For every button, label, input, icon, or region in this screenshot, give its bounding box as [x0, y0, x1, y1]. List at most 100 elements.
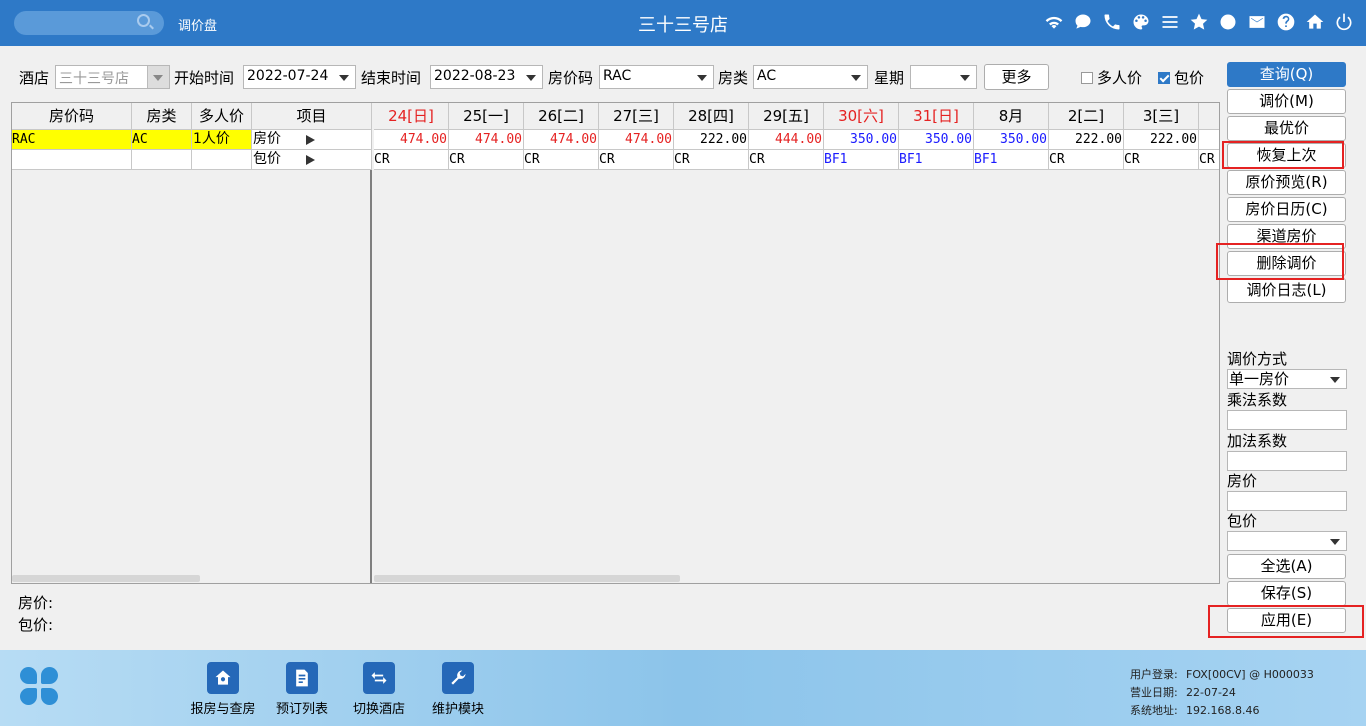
package-cell[interactable]: BF1: [974, 150, 1049, 170]
package-cell[interactable]: CR: [1199, 150, 1219, 170]
mode-value: 单一房价: [1229, 370, 1290, 388]
multi-price-checkbox-box[interactable]: [1081, 71, 1093, 84]
room-status-button[interactable]: 报房与查房: [183, 662, 263, 717]
room-price-cell[interactable]: 350.00: [974, 130, 1049, 150]
palette-icon[interactable]: [1131, 12, 1151, 32]
adjust-log-button[interactable]: 调价日志(L): [1227, 278, 1346, 303]
date-header: 8月: [974, 103, 1049, 130]
weekday-select[interactable]: [910, 65, 977, 89]
wrench-icon: [442, 662, 474, 694]
package-cell[interactable]: CR: [599, 150, 674, 170]
menu-icon[interactable]: [1160, 12, 1180, 32]
cell-empty: [132, 150, 192, 170]
start-date-label: 开始时间: [174, 69, 235, 87]
date-header: 30[六]: [824, 103, 899, 130]
original-preview-button[interactable]: 原价预览(R): [1227, 170, 1346, 195]
package-checkbox-box[interactable]: [1158, 71, 1170, 84]
switch-hotel-button[interactable]: 切换酒店: [339, 662, 419, 717]
contrast-icon[interactable]: [1218, 12, 1238, 32]
room-status-label: 报房与查房: [190, 702, 256, 717]
room-price-cell[interactable]: 350.00: [824, 130, 899, 150]
mult-input[interactable]: [1227, 410, 1347, 430]
room-price-cell[interactable]: 474.00: [599, 130, 674, 150]
package-cell[interactable]: CR: [674, 150, 749, 170]
package-select[interactable]: [1227, 531, 1347, 551]
mode-label: 调价方式: [1227, 350, 1288, 368]
col-header-roomtype: 房类: [132, 103, 192, 130]
start-date-picker[interactable]: 2022-07-24: [243, 65, 356, 89]
maintenance-label: 维护模块: [431, 702, 484, 717]
item-room-price[interactable]: 房价: [252, 130, 372, 150]
package-cell[interactable]: CR: [524, 150, 599, 170]
date-header: 28[四]: [674, 103, 749, 130]
room-price-cell[interactable]: 350.00: [899, 130, 974, 150]
reservation-list-button[interactable]: 预订列表: [262, 662, 342, 717]
top-bar: 调价盘 三十三号店: [0, 0, 1366, 46]
room-price-cell[interactable]: 474.00: [524, 130, 599, 150]
package-cell[interactable]: CR: [749, 150, 824, 170]
highlight-apply: [1208, 605, 1364, 638]
chevron-down-icon: [339, 75, 349, 81]
chat-icon[interactable]: [1073, 12, 1093, 32]
phone-icon[interactable]: [1102, 12, 1122, 32]
room-price-cell[interactable]: 222.00: [674, 130, 749, 150]
star-icon[interactable]: [1189, 12, 1209, 32]
end-date-picker[interactable]: 2022-08-23: [430, 65, 543, 89]
price-calendar-button[interactable]: 房价日历(C): [1227, 197, 1346, 222]
business-date-label: 营业日期:: [1130, 686, 1178, 699]
ratecode-select[interactable]: RAC: [599, 65, 714, 89]
date-horizontal-scrollbar[interactable]: [374, 575, 680, 582]
package-label: 包价: [1227, 512, 1258, 530]
footer-bar: 报房与查房 预订列表 切换酒店 维护模块 用户登录: FOX[00CV] @ H0…: [0, 650, 1366, 726]
package-cell[interactable]: BF1: [824, 150, 899, 170]
left-horizontal-scrollbar[interactable]: [12, 575, 200, 582]
chevron-down-icon: [851, 75, 861, 81]
multi-price-checkbox[interactable]: 多人价: [1081, 67, 1142, 88]
wifi-icon[interactable]: [1044, 12, 1064, 32]
col-header-multi: 多人价: [192, 103, 252, 130]
best-price-button[interactable]: 最优价: [1227, 116, 1346, 141]
add-label: 加法系数: [1227, 432, 1288, 450]
date-header: 29[五]: [749, 103, 824, 130]
item-package-price[interactable]: 包价: [252, 150, 372, 170]
room-price-cell[interactable]: [1199, 130, 1219, 150]
item-package-price-label: 包价: [253, 151, 281, 167]
home-icon[interactable]: [1305, 12, 1325, 32]
room-price-cell[interactable]: 444.00: [749, 130, 824, 150]
more-button[interactable]: 更多: [984, 64, 1049, 90]
help-icon[interactable]: [1276, 12, 1296, 32]
chevron-down-icon: [526, 75, 536, 81]
date-header: 31[日]: [899, 103, 974, 130]
business-date-row: 营业日期: 22-07-24: [1130, 684, 1314, 702]
room-price-cell[interactable]: 222.00: [1124, 130, 1199, 150]
cell-multi[interactable]: 1人价: [192, 130, 252, 150]
save-button[interactable]: 保存(S): [1227, 581, 1346, 606]
app-logo[interactable]: [20, 667, 58, 705]
room-price-cell[interactable]: 222.00: [1049, 130, 1124, 150]
room-price-cell[interactable]: 474.00: [374, 130, 449, 150]
chevron-down-icon: [153, 75, 163, 81]
date-header: 3[三]: [1124, 103, 1199, 130]
package-cell[interactable]: CR: [1124, 150, 1199, 170]
play-arrow-icon[interactable]: [306, 155, 315, 165]
package-checkbox[interactable]: 包价: [1158, 67, 1204, 88]
hotel-select[interactable]: 三十三号店: [55, 65, 170, 89]
maintenance-button[interactable]: 维护模块: [418, 662, 498, 717]
price-input[interactable]: [1227, 491, 1347, 511]
mail-icon[interactable]: [1247, 12, 1267, 32]
package-cell[interactable]: BF1: [899, 150, 974, 170]
query-button[interactable]: 查询(Q): [1227, 62, 1346, 87]
cell-roomtype[interactable]: AC: [132, 130, 192, 150]
package-cell[interactable]: CR: [374, 150, 449, 170]
select-all-button[interactable]: 全选(A): [1227, 554, 1346, 579]
package-cell[interactable]: CR: [1049, 150, 1124, 170]
add-input[interactable]: [1227, 451, 1347, 471]
play-arrow-icon[interactable]: [306, 135, 315, 145]
adjust-price-button[interactable]: 调价(M): [1227, 89, 1346, 114]
room-price-cell[interactable]: 474.00: [449, 130, 524, 150]
package-cell[interactable]: CR: [449, 150, 524, 170]
power-icon[interactable]: [1334, 12, 1354, 32]
mode-select[interactable]: 单一房价: [1227, 369, 1347, 389]
cell-ratecode[interactable]: RAC: [12, 130, 132, 150]
roomtype-select[interactable]: AC: [753, 65, 868, 89]
